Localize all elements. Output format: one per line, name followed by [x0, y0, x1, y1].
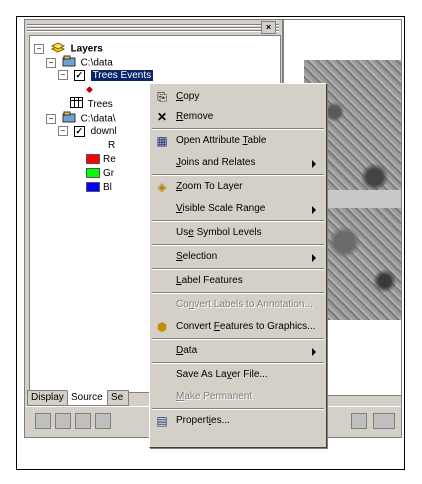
legend-green: Gr: [86, 167, 114, 180]
collapse-icon[interactable]: −: [58, 126, 68, 137]
toc-title-grip[interactable]: [27, 23, 279, 32]
menu-item-copy[interactable]: ⎘ Copy: [152, 86, 324, 108]
download-label: downl: [90, 126, 117, 137]
properties-icon: ▤: [156, 414, 168, 428]
folder1-label: C:\data: [80, 57, 113, 69]
folder2-label: C:\data\: [80, 113, 116, 125]
pause-draw-icon[interactable]: [95, 413, 111, 429]
toc-close-button[interactable]: ×: [261, 21, 276, 34]
menu-item-open-attribute-table[interactable]: ▦ Open Attribute Table: [152, 130, 324, 152]
layout-view-icon[interactable]: [351, 413, 367, 429]
raster-layer-row[interactable]: − ✓ downl: [58, 125, 117, 138]
trees-events-row[interactable]: − ✓ Trees Events: [58, 69, 154, 82]
folder-row-2[interactable]: − C:\data\: [46, 111, 116, 125]
zoom-out-fixed-icon[interactable]: [55, 413, 71, 429]
menu-item-make-permanent: Make Permanent: [176, 391, 253, 402]
submenu-arrow-icon: [312, 206, 316, 214]
menu-item-zoom-to-layer[interactable]: ◈ Zoom To Layer: [152, 176, 324, 198]
remove-icon: ✕: [156, 110, 168, 124]
menu-item-remove[interactable]: ✕ Remove: [152, 106, 324, 128]
menu-item-selection[interactable]: Selection: [152, 246, 324, 268]
tab-display[interactable]: Display: [27, 390, 69, 406]
legend-red: Re: [86, 153, 116, 166]
collapse-icon[interactable]: −: [58, 70, 68, 81]
menu-item-convert-labels: Convert Labels to Annotation...: [176, 299, 313, 310]
layers-label: Layers: [70, 43, 103, 55]
collapse-icon[interactable]: −: [46, 58, 56, 68]
collapse-icon[interactable]: −: [34, 44, 44, 54]
menu-item-joins-relates[interactable]: Joins and Relates: [152, 152, 324, 174]
layer-context-menu: ⎘ Copy ✕ Remove ▦ Open Attribute Table J…: [149, 83, 327, 448]
menu-item-visible-scale-range[interactable]: Visible Scale Range: [152, 198, 324, 220]
visibility-checkbox[interactable]: ✓: [73, 125, 85, 137]
visibility-checkbox[interactable]: ✓: [73, 69, 85, 81]
green-swatch-icon: [86, 168, 100, 179]
tab-source[interactable]: Source: [67, 390, 109, 406]
point-symbol-icon: ◆: [86, 84, 93, 94]
trees-label: Trees: [87, 99, 113, 111]
submenu-arrow-icon: [312, 348, 316, 356]
table-icon: ▦: [156, 134, 168, 148]
convert-icon: ⬢: [156, 320, 168, 334]
trees-table-row[interactable]: Trees: [70, 97, 113, 110]
submenu-arrow-icon: [312, 160, 316, 168]
table-icon: [70, 97, 83, 112]
zoom-layer-icon: ◈: [157, 180, 167, 194]
copy-icon: ⎘: [157, 90, 167, 104]
data-view-icon[interactable]: [373, 413, 395, 429]
menu-item-convert-features[interactable]: ⬢ Convert Features to Graphics...: [152, 316, 324, 338]
menu-item-use-symbol-levels[interactable]: Use Symbol Levels: [152, 222, 324, 244]
menu-item-data[interactable]: Data: [152, 340, 324, 362]
submenu-arrow-icon: [312, 254, 316, 262]
red-swatch-icon: [86, 154, 100, 165]
tab-selection[interactable]: Se: [107, 390, 129, 406]
trees-events-label[interactable]: Trees Events: [90, 70, 154, 81]
refresh-icon[interactable]: [75, 413, 91, 429]
band-r-label: R: [108, 140, 116, 151]
menu-item-save-layer-file[interactable]: Save As Layer File...: [152, 364, 324, 386]
blue-swatch-icon: [86, 182, 100, 193]
collapse-icon[interactable]: −: [46, 114, 56, 124]
menu-item-label-features[interactable]: Label Features: [152, 270, 324, 292]
menu-item-properties[interactable]: ▤ Properties...: [152, 410, 324, 432]
layers-row[interactable]: − Layers: [34, 41, 103, 55]
legend-blue: Bl: [86, 181, 112, 194]
folder-row-1[interactable]: − C:\data: [46, 55, 113, 69]
zoom-in-fixed-icon[interactable]: [35, 413, 51, 429]
